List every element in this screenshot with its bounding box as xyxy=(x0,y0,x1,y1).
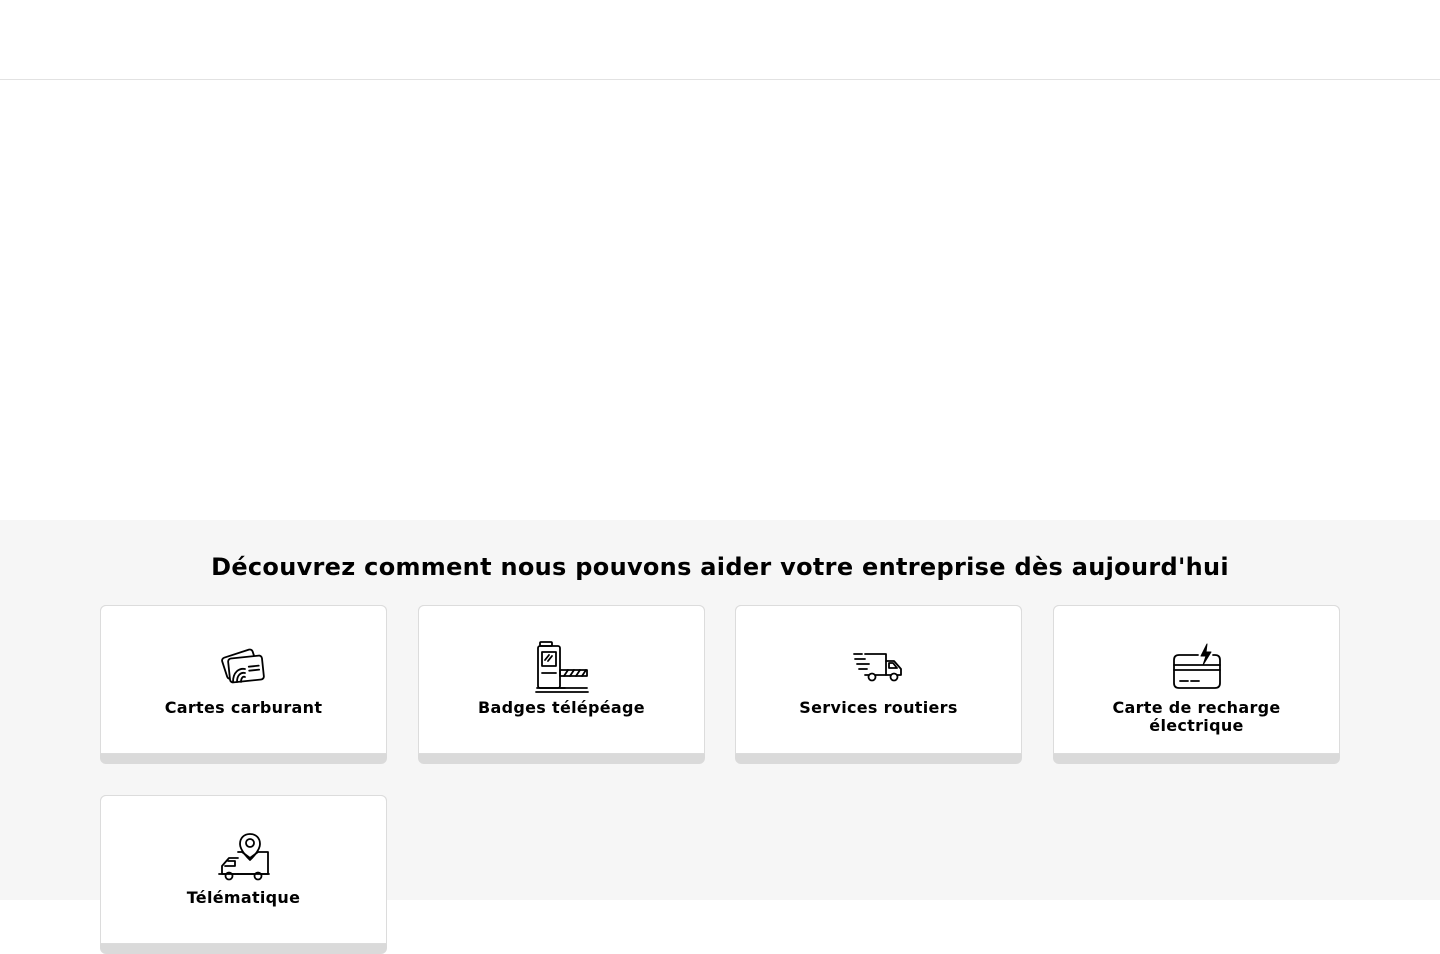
card-label: Cartes carburant xyxy=(164,698,323,717)
card-face: Services routiers xyxy=(735,605,1022,754)
card-services-routiers[interactable]: Services routiers xyxy=(735,605,1022,764)
toll-gate-icon xyxy=(534,640,589,694)
card-badges-telepeage[interactable]: Badges télépéage xyxy=(418,605,705,764)
card-face: Carte de recharge électrique xyxy=(1053,605,1340,754)
card-cartes-carburant[interactable]: Cartes carburant xyxy=(100,605,387,764)
services-section: Découvrez comment nous pouvons aider vot… xyxy=(0,520,1440,954)
charging-card-icon xyxy=(1170,640,1224,694)
card-label: Carte de recharge électrique xyxy=(1112,698,1281,735)
card-label: Services routiers xyxy=(799,698,958,717)
card-face: Cartes carburant xyxy=(100,605,387,754)
card-label: Télématique xyxy=(186,888,301,907)
card-telematique[interactable]: Télématique xyxy=(100,795,387,954)
site-header xyxy=(0,0,1440,80)
card-face: Badges télépéage xyxy=(418,605,705,754)
section-title: Découvrez comment nous pouvons aider vot… xyxy=(211,553,1229,581)
card-face: Télématique xyxy=(100,795,387,944)
telematics-truck-icon xyxy=(217,830,271,884)
fuel-cards-icon xyxy=(217,640,271,694)
card-label: Badges télépéage xyxy=(478,698,645,717)
delivery-truck-icon xyxy=(852,640,906,694)
hero-banner xyxy=(0,81,1440,520)
card-carte-recharge-electrique[interactable]: Carte de recharge électrique xyxy=(1053,605,1340,764)
